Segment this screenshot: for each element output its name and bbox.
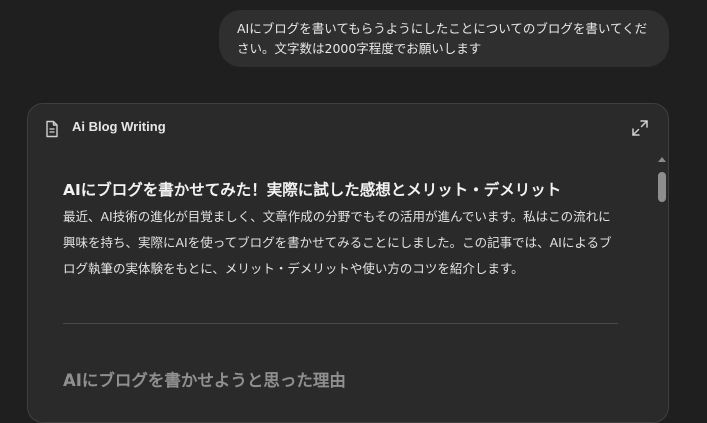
document-icon	[44, 120, 60, 138]
scroll-up-arrow[interactable]	[658, 157, 666, 162]
user-message-text: AIにブログを書いてもらうようにしたことについてのブログを書いてください。文字数…	[237, 21, 648, 56]
scrollbar-thumb[interactable]	[658, 172, 666, 202]
user-message-bubble: AIにブログを書いてもらうようにしたことについてのブログを書いてください。文字数…	[219, 10, 669, 67]
canvas-body[interactable]: AIにブログを書かせてみた！実際に試した感想とメリット・デメリット 最近、AI技…	[63, 176, 618, 282]
expand-icon[interactable]	[630, 118, 650, 138]
section-divider	[63, 323, 618, 324]
canvas-title: Ai Blog Writing	[72, 119, 166, 134]
canvas-header: Ai Blog Writing	[28, 104, 668, 154]
document-heading: AIにブログを書かせてみた！実際に試した感想とメリット・デメリット	[63, 181, 562, 199]
document-subheading: AIにブログを書かせようと思った理由	[63, 371, 346, 390]
document-paragraph: 最近、AI技術の進化が目覚ましく、文章作成の分野でもその活用が進んでいます。私は…	[63, 209, 612, 276]
canvas-document-card[interactable]: Ai Blog Writing AIにブログを書かせてみた！実際に試した感想とメ…	[27, 103, 669, 423]
